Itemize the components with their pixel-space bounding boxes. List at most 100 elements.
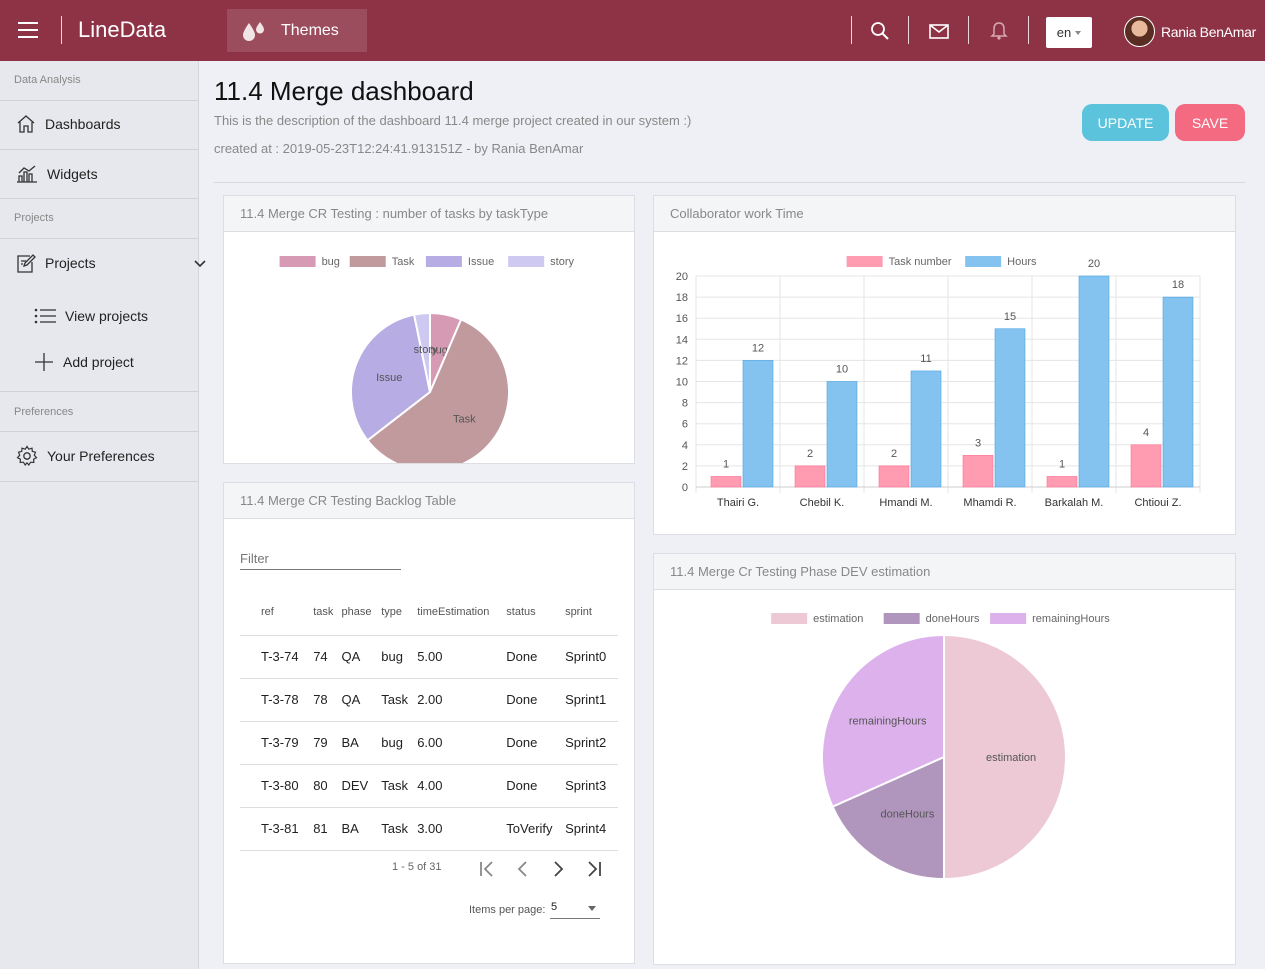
y-tick-label: 14	[676, 334, 688, 346]
bar-task-number-thairi-g[interactable]	[710, 476, 742, 488]
backlog-table: ref task phase type timeEstimation statu…	[240, 589, 618, 851]
table-row[interactable]: T-3-78 78 QA Task 2.00 Done Sprint1	[240, 678, 618, 722]
language-select[interactable]: en	[1046, 17, 1092, 48]
bar-hours-barkalah-m[interactable]	[1078, 275, 1110, 488]
avatar[interactable]	[1124, 16, 1155, 47]
sidebar-item-label: Widgets	[47, 166, 98, 182]
mail-icon[interactable]	[928, 20, 950, 42]
column-header-phase[interactable]: phase	[341, 589, 382, 636]
chevron-down-icon[interactable]	[194, 260, 206, 268]
divider	[0, 238, 199, 239]
pie-label-estimation: estimation	[986, 752, 1036, 764]
table-row[interactable]: T-3-81 81 BA Task 3.00 ToVerify Sprint4	[240, 807, 618, 851]
bar-hours-chtioui-z[interactable]	[1162, 296, 1194, 488]
legend-label-remaininghours[interactable]: remainingHours	[1032, 613, 1110, 625]
column-header-task[interactable]: task	[313, 589, 342, 636]
cell-task: 80	[313, 764, 342, 808]
divider	[908, 16, 909, 44]
save-button[interactable]: SAVE	[1175, 104, 1245, 141]
sidebar-item-widgets[interactable]: Widgets	[0, 151, 199, 197]
sidebar-item-dashboards[interactable]: Dashboards	[0, 101, 199, 147]
data-label: 12	[752, 342, 764, 354]
menu-icon[interactable]	[18, 22, 38, 38]
legend-swatch-story[interactable]	[508, 256, 545, 267]
x-tick-label: Chtioui Z.	[1134, 497, 1181, 509]
bar-task-number-hmandi-m[interactable]	[878, 465, 910, 488]
legend-label-estimation[interactable]: estimation	[813, 613, 863, 625]
update-button[interactable]: UPDATE	[1082, 104, 1169, 141]
previous-page-icon[interactable]	[512, 859, 534, 879]
items-per-page-select[interactable]: 5	[550, 901, 600, 919]
bar-task-number-chebil-k[interactable]	[794, 465, 826, 488]
bell-icon[interactable]	[988, 20, 1010, 42]
bar-hours-thairi-g[interactable]	[742, 360, 774, 488]
legend-label-issue[interactable]: Issue	[468, 256, 494, 268]
next-page-icon[interactable]	[547, 859, 569, 879]
phase-estimation-pie-chart: estimation doneHours remainingHours estimat…	[771, 613, 1110, 881]
page-description: This is the description of the dashboard…	[214, 113, 692, 128]
bar-task-number-mhamdi-r[interactable]	[962, 455, 994, 488]
sidebar-item-view-projects[interactable]: View projects	[0, 293, 199, 339]
filter-underline	[240, 569, 401, 570]
data-label: 1	[1059, 458, 1065, 470]
themes-button[interactable]: Themes	[227, 9, 367, 52]
bar-task-number-chtioui-z[interactable]	[1130, 444, 1162, 488]
legend-label-story[interactable]: story	[550, 256, 574, 268]
divider	[0, 431, 199, 432]
legend-swatch-issue[interactable]	[425, 256, 462, 267]
cell-sprint: Sprint3	[565, 764, 618, 808]
legend-label-task-number[interactable]: Task number	[889, 256, 952, 268]
sidebar-item-projects[interactable]: Projects	[0, 240, 206, 286]
table-row[interactable]: T-3-74 74 QA bug 5.00 Done Sprint0	[240, 635, 618, 679]
sidebar-item-add-project[interactable]: Add project	[0, 339, 199, 385]
cell-time-estimation: 6.00	[417, 721, 507, 765]
legend-label-donehours[interactable]: doneHours	[926, 613, 980, 625]
legend-label-hours[interactable]: Hours	[1007, 256, 1037, 268]
legend-swatch-task[interactable]	[349, 256, 386, 267]
bar-hours-chebil-k[interactable]	[826, 381, 858, 488]
tasks-by-type-card: 11.4 Merge CR Testing : number of tasks …	[223, 195, 635, 472]
divider	[0, 391, 199, 392]
work-time-bar-chart: Task number Hours02468101214161820112Thai…	[676, 256, 1201, 509]
first-page-icon[interactable]	[476, 859, 498, 879]
items-per-page-value: 5	[551, 901, 558, 913]
cell-sprint: Sprint1	[565, 678, 618, 722]
drops-icon	[243, 21, 264, 41]
search-icon[interactable]	[869, 20, 891, 42]
divider	[1028, 16, 1029, 44]
column-header-ref[interactable]: ref	[240, 589, 314, 636]
legend-swatch-task-number[interactable]	[846, 256, 883, 267]
table-row[interactable]: T-3-80 80 DEV Task 4.00 Done Sprint3	[240, 764, 618, 808]
divider	[851, 16, 852, 44]
filter-input[interactable]: Filter	[240, 551, 269, 566]
work-time-card: Collaborator work Time Task number Hours 0…	[653, 195, 1236, 535]
legend-swatch-bug[interactable]	[279, 256, 316, 267]
y-tick-label: 2	[682, 461, 688, 473]
legend-swatch-estimation[interactable]	[771, 613, 808, 624]
bar-hours-hmandi-m[interactable]	[910, 370, 942, 488]
legend-swatch-remaininghours[interactable]	[990, 613, 1027, 624]
legend-swatch-hours[interactable]	[965, 256, 1002, 267]
cell-type: Task	[381, 764, 418, 808]
legend-label-task[interactable]: Task	[392, 256, 415, 268]
cell-type: bug	[381, 721, 418, 765]
column-header-status[interactable]: status	[506, 589, 566, 636]
cell-ref: T-3-79	[240, 721, 314, 765]
bar-hours-mhamdi-r[interactable]	[994, 328, 1026, 488]
column-header-type[interactable]: type	[381, 589, 418, 636]
brand-logo[interactable]: LineData	[78, 17, 166, 43]
column-header-time-estimation[interactable]: timeEstimation	[417, 589, 507, 636]
data-label: 2	[807, 448, 813, 460]
gear-icon	[16, 445, 38, 467]
data-label: 2	[891, 448, 897, 460]
column-header-sprint[interactable]: sprint	[565, 589, 618, 636]
bar-task-number-barkalah-m[interactable]	[1046, 476, 1078, 488]
last-page-icon[interactable]	[583, 859, 605, 879]
user-name[interactable]: Rania BenAmar	[1161, 24, 1256, 40]
sidebar-item-label: Your Preferences	[47, 448, 155, 464]
table-row[interactable]: T-3-79 79 BA bug 6.00 Done Sprint2	[240, 721, 618, 765]
legend-label-bug[interactable]: bug	[322, 256, 340, 268]
card-title: 11.4 Merge CR Testing : number of tasks …	[224, 196, 634, 232]
legend-swatch-donehours[interactable]	[883, 613, 920, 624]
sidebar-item-preferences[interactable]: Your Preferences	[0, 433, 199, 479]
